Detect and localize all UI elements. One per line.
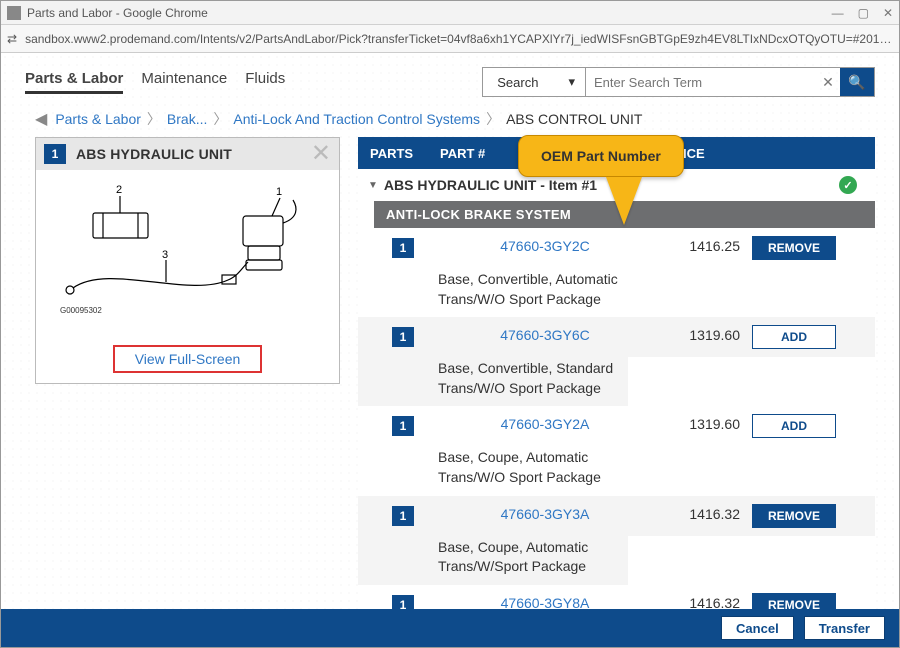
qty-badge: 1 [392,506,414,526]
part-number-link[interactable]: 47660-3GY6C [440,325,650,343]
part-description: Base, Convertible, Standard Trans/W/O Sp… [358,357,628,406]
part-number-link[interactable]: 47660-3GY2C [440,236,650,254]
cancel-button[interactable]: Cancel [721,616,794,640]
part-description: Base, Coupe, Automatic Trans/W/Sport Pac… [358,536,628,585]
site-info-icon[interactable]: ⇄ [7,32,17,46]
collapse-icon: ▼ [368,180,378,191]
callout-arrow-icon [606,177,642,225]
qty-badge: 1 [392,327,414,347]
search-group: Search ▾ ✕ 🔍 [482,67,875,97]
diagram-id: G00095302 [60,306,102,315]
part-row: 1 47660-3GY2C 1416.25 REMOVE [358,228,875,268]
minimize-icon[interactable]: — [832,6,844,20]
svg-text:3: 3 [162,249,168,261]
close-icon[interactable]: ✕ [883,6,893,20]
part-row: 1 47660-3GY3A 1416.32 REMOVE [358,496,875,536]
part-row: 1 47660-3GY6C 1319.60 ADD [358,317,875,357]
remove-button[interactable]: REMOVE [752,236,836,260]
url-text: sandbox.www2.prodemand.com/Intents/v2/Pa… [25,32,893,46]
crumb-antilock[interactable]: Anti-Lock And Traction Control Systems [233,111,480,127]
chevron-right-icon: 〉 [213,109,227,129]
part-number-link[interactable]: 47660-3GY2A [440,414,650,432]
transfer-button[interactable]: Transfer [804,616,885,640]
app-icon [7,6,21,20]
maximize-icon[interactable]: ▢ [858,6,869,20]
qty-badge: 1 [392,238,414,258]
chevron-right-icon: 〉 [147,109,161,129]
clear-icon[interactable]: ✕ [816,74,840,91]
crumb-current: ABS CONTROL UNIT [506,111,642,127]
tooltip-callout: OEM Part Number [518,135,684,225]
view-full-screen-link[interactable]: View Full-Screen [113,345,263,373]
close-panel-icon[interactable]: ✕ [311,145,331,163]
svg-text:1: 1 [276,186,282,198]
price-value: 1416.32 [660,504,740,522]
part-description: Base, Coupe, Automatic Trans/W/O Sport P… [358,446,628,495]
breadcrumb-back-icon[interactable]: ◀ [35,109,47,129]
part-number-link[interactable]: 47660-3GY3A [440,504,650,522]
price-value: 1319.60 [660,414,740,432]
search-scope-label: Search [497,75,538,90]
crumb-brakes[interactable]: Brak... [167,111,207,127]
main-tabs: Parts & Labor Maintenance Fluids [25,70,285,94]
window-titlebar: Parts and Labor - Google Chrome — ▢ ✕ [1,1,899,25]
action-bar: Cancel Transfer [1,609,899,647]
part-row: 1 47660-3GY2A 1319.60 ADD [358,406,875,446]
diagram-title: ABS HYDRAULIC UNIT [76,146,232,162]
chevron-right-icon: 〉 [486,109,500,129]
breadcrumb: ◀ Parts & Labor 〉 Brak... 〉 Anti-Lock An… [1,103,899,137]
crumb-parts-labor[interactable]: Parts & Labor [55,111,141,127]
add-button[interactable]: ADD [752,414,836,438]
tab-parts-labor[interactable]: Parts & Labor [25,70,123,94]
address-bar[interactable]: ⇄ sandbox.www2.prodemand.com/Intents/v2/… [1,25,899,53]
window-title: Parts and Labor - Google Chrome [27,6,208,20]
add-button[interactable]: ADD [752,325,836,349]
part-description: Base, Convertible, Automatic Trans/W/O S… [358,268,628,317]
item-number-badge: 1 [44,144,66,164]
tab-maintenance[interactable]: Maintenance [141,70,227,94]
diagram-panel: 1 ABS HYDRAULIC UNIT ✕ 2 [35,137,340,384]
price-value: 1416.25 [660,236,740,254]
search-scope-dropdown[interactable]: Search ▾ [483,68,586,96]
search-input[interactable] [586,69,816,95]
part-diagram[interactable]: 2 1 3 [36,170,339,335]
callout-label: OEM Part Number [518,135,684,177]
chevron-down-icon: ▾ [568,74,575,90]
search-button[interactable]: 🔍 [840,68,874,96]
qty-badge: 1 [392,416,414,436]
search-icon: 🔍 [848,74,865,91]
check-icon: ✓ [839,176,857,194]
price-value: 1319.60 [660,325,740,343]
svg-text:2: 2 [116,184,122,196]
col-parts: PARTS [370,146,440,161]
remove-button[interactable]: REMOVE [752,504,836,528]
tab-fluids[interactable]: Fluids [245,70,285,94]
